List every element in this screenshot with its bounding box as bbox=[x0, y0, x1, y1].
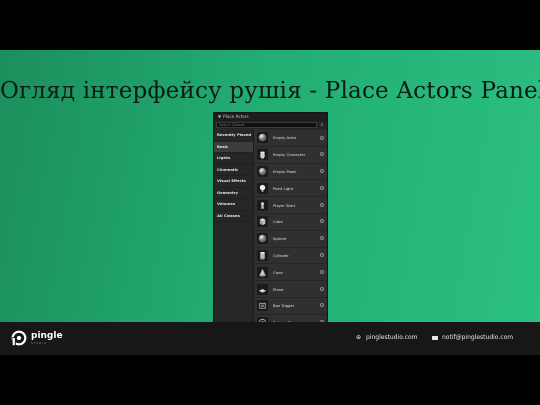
actor-label: Point Light bbox=[273, 185, 294, 191]
sphere-icon bbox=[258, 234, 267, 243]
panel-title: Place Actors bbox=[223, 114, 249, 119]
category-geometry[interactable]: Geometry bbox=[214, 188, 253, 199]
actor-item-cube[interactable]: Cube i bbox=[254, 214, 327, 231]
slide: Огляд інтерфейсу рушія - Place Actors Pa… bbox=[0, 50, 540, 355]
info-icon[interactable]: i bbox=[320, 303, 324, 308]
cone-icon bbox=[259, 268, 266, 277]
globe-icon: ⊕ bbox=[356, 333, 362, 341]
actor-item-empty-character[interactable]: Empty Character i bbox=[254, 147, 327, 164]
info-icon[interactable]: i bbox=[320, 185, 324, 190]
place-actors-panel: ▼ Place Actors Search Classes ⌕ Recently… bbox=[213, 112, 328, 326]
sphere-icon bbox=[258, 134, 267, 142]
sphere-icon bbox=[258, 167, 267, 176]
actor-label: Box Trigger bbox=[273, 303, 295, 309]
brand-subtitle: STUDIO bbox=[31, 341, 47, 345]
actor-item-point-light[interactable]: Point Light i bbox=[254, 180, 327, 198]
actor-label: Empty Actor bbox=[273, 135, 297, 141]
character-icon bbox=[260, 151, 265, 159]
actor-item-empty-actor[interactable]: Empty Actor i bbox=[254, 130, 327, 147]
info-icon[interactable]: i bbox=[320, 286, 324, 291]
category-cinematic[interactable]: Cinematic bbox=[214, 165, 253, 176]
footer-bar: pingle STUDIO ⊕ pinglestudio.com notif@p… bbox=[0, 322, 540, 355]
category-list: Recently Placed Basic Lights Cinematic V… bbox=[214, 130, 254, 325]
actor-label: Cylinder bbox=[273, 252, 289, 258]
info-icon[interactable]: i bbox=[320, 152, 324, 157]
actor-item-player-start[interactable]: Player Start i bbox=[254, 197, 327, 214]
cylinder-icon bbox=[260, 251, 265, 260]
actor-item-cylinder[interactable]: Cylinder i bbox=[254, 248, 327, 265]
box-trigger-icon bbox=[259, 303, 266, 309]
search-icon[interactable]: ⌕ bbox=[319, 122, 325, 128]
search-row: Search Classes ⌕ bbox=[214, 121, 327, 129]
actor-label: Cone bbox=[273, 269, 283, 275]
slide-title: Огляд інтерфейсу рушія - Place Actors Pa… bbox=[0, 78, 540, 104]
actor-item-cone[interactable]: Cone i bbox=[254, 264, 327, 282]
pingle-logo-icon bbox=[11, 330, 27, 346]
email-link[interactable]: notif@pinglestudio.com bbox=[442, 334, 513, 341]
actor-item-plane[interactable]: Plane i bbox=[254, 281, 327, 298]
brand-name: pingle bbox=[31, 330, 63, 341]
actor-label: Empty Character bbox=[273, 152, 306, 158]
collapse-arrow-icon[interactable]: ▼ bbox=[218, 113, 221, 121]
actor-item-empty-pawn[interactable]: Empty Pawn i bbox=[254, 164, 327, 181]
player-start-icon bbox=[261, 201, 264, 209]
plane-icon bbox=[258, 288, 267, 293]
info-icon[interactable]: i bbox=[320, 236, 324, 241]
email-contact[interactable]: notif@pinglestudio.com bbox=[432, 334, 513, 341]
info-icon[interactable]: i bbox=[320, 202, 324, 207]
category-visual-effects[interactable]: Visual Effects bbox=[214, 176, 253, 188]
actor-item-box-trigger[interactable]: Box Trigger i bbox=[254, 298, 327, 315]
brand-logo: pingle STUDIO bbox=[10, 329, 63, 347]
cube-icon bbox=[259, 218, 266, 226]
category-lights[interactable]: Lights bbox=[214, 153, 253, 165]
panel-header: ▼ Place Actors bbox=[214, 113, 327, 121]
actor-label: Player Start bbox=[273, 202, 296, 208]
website-contact[interactable]: ⊕ pinglestudio.com bbox=[356, 334, 418, 341]
info-icon[interactable]: i bbox=[320, 219, 324, 224]
category-basic[interactable]: Basic bbox=[214, 141, 253, 153]
actor-label: Plane bbox=[273, 286, 284, 292]
actor-label: Empty Pawn bbox=[273, 168, 297, 174]
info-icon[interactable]: i bbox=[320, 269, 324, 274]
panel-body: Recently Placed Basic Lights Cinematic V… bbox=[214, 130, 327, 325]
category-all-classes[interactable]: All Classes bbox=[214, 211, 253, 222]
info-icon[interactable]: i bbox=[320, 169, 324, 174]
actor-label: Cube bbox=[273, 219, 283, 225]
info-icon[interactable]: i bbox=[320, 253, 324, 258]
actor-list: Empty Actor i Empty Character i Empty Pa… bbox=[254, 130, 327, 325]
actor-item-sphere[interactable]: Sphere i bbox=[254, 231, 327, 248]
envelope-icon bbox=[432, 335, 438, 340]
category-volumes[interactable]: Volumes bbox=[214, 199, 253, 211]
light-bulb-icon bbox=[259, 184, 266, 192]
category-recently-placed[interactable]: Recently Placed bbox=[214, 130, 253, 142]
actor-label: Sphere bbox=[273, 236, 287, 242]
website-link[interactable]: pinglestudio.com bbox=[366, 334, 418, 341]
search-input[interactable]: Search Classes bbox=[216, 122, 317, 128]
info-icon[interactable]: i bbox=[320, 135, 324, 140]
